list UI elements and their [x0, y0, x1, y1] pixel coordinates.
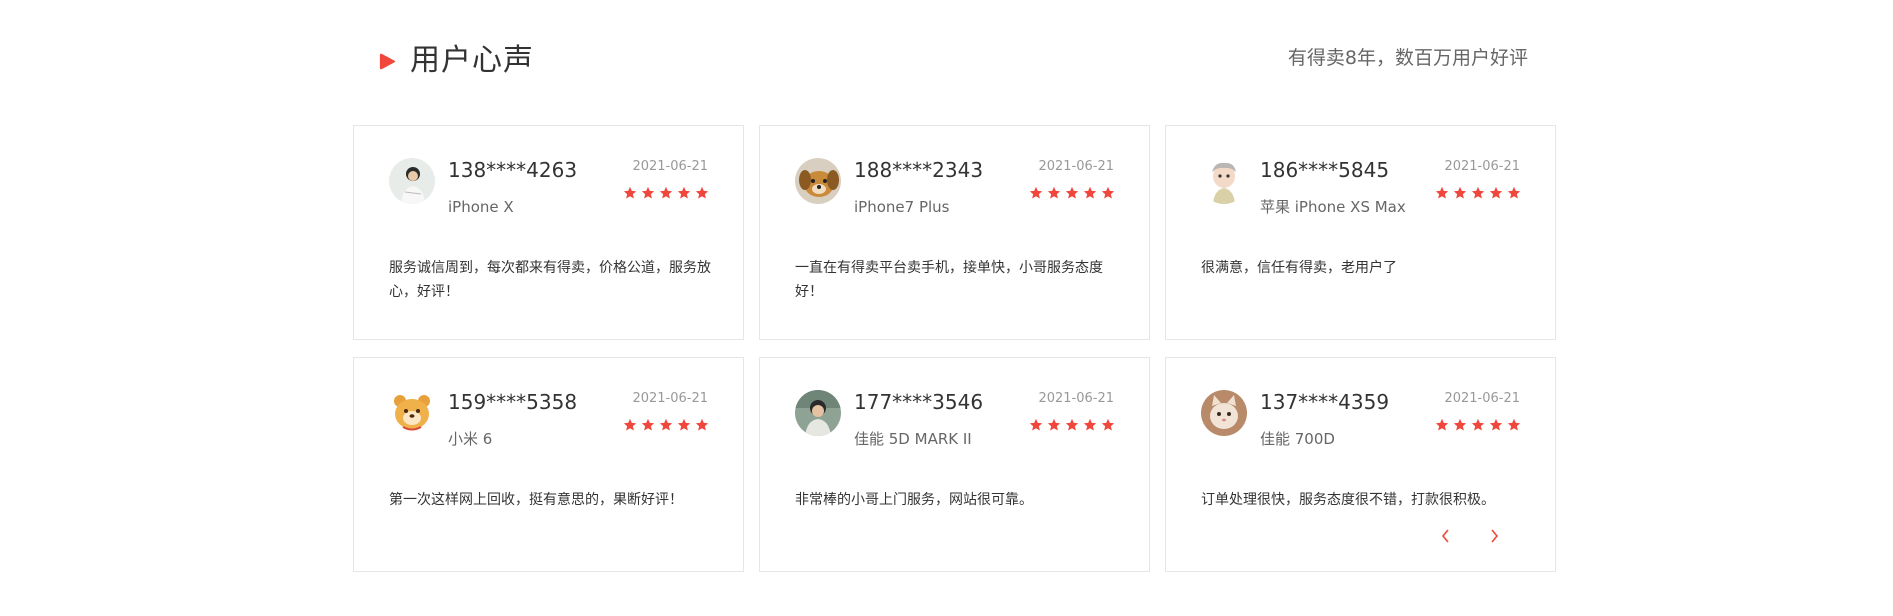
star-icon	[1489, 418, 1503, 431]
user-name: 159****5358	[448, 390, 578, 414]
carousel-nav	[1435, 526, 1505, 546]
person-avatar-icon	[795, 390, 841, 436]
star-icon	[1083, 418, 1097, 431]
star-rating	[1029, 418, 1115, 432]
user-device: 苹果 iPhone XS Max	[1260, 198, 1406, 216]
review-date: 2021-06-21	[1444, 391, 1520, 406]
review-date: 2021-06-21	[1038, 159, 1114, 174]
star-rating	[623, 418, 709, 432]
star-icon	[1065, 418, 1079, 431]
star-icon	[659, 186, 673, 199]
star-icon	[1101, 418, 1115, 431]
reviews-grid: 138****4263 iPhone X 2021-06-21 服务诚信周到，每…	[353, 125, 1558, 572]
star-icon	[677, 186, 691, 199]
prev-button[interactable]	[1435, 526, 1455, 546]
star-icon	[1489, 186, 1503, 199]
cat-avatar-icon	[1201, 390, 1247, 436]
review-card: 137****4359 佳能 700D 2021-06-21 订单处理很快，服务…	[1165, 357, 1556, 572]
review-date: 2021-06-21	[1444, 159, 1520, 174]
star-icon	[659, 418, 673, 431]
star-icon	[1453, 418, 1467, 431]
user-name: 188****2343	[854, 158, 984, 182]
star-icon	[1471, 418, 1485, 431]
star-icon	[1435, 418, 1449, 431]
star-icon	[1047, 186, 1061, 199]
section-title: 用户心声	[410, 43, 534, 78]
section-subtitle: 有得卖8年，数百万用户好评	[1287, 47, 1528, 69]
star-icon	[623, 418, 637, 431]
star-icon	[1083, 186, 1097, 199]
user-name: 186****5845	[1260, 158, 1390, 182]
user-avatar	[389, 158, 435, 204]
review-text: 第一次这样网上回收，挺有意思的，果断好评！	[389, 492, 683, 508]
star-icon	[641, 418, 655, 431]
next-button[interactable]	[1485, 526, 1505, 546]
review-card: 188****2343 iPhone7 Plus 2021-06-21 一直在有…	[759, 125, 1150, 340]
user-reviews-section: 用户心声 有得卖8年，数百万用户好评 138****4263 iPhone X …	[0, 0, 1893, 616]
review-date: 2021-06-21	[1038, 391, 1114, 406]
star-icon	[623, 186, 637, 199]
star-rating	[1435, 186, 1521, 200]
user-device: 小米 6	[448, 430, 493, 448]
chevron-right-icon	[1491, 529, 1499, 543]
review-text: 订单处理很快，服务态度很不错，打款很积极。	[1201, 492, 1495, 508]
chevron-left-icon	[1441, 529, 1449, 543]
user-device: 佳能 700D	[1260, 430, 1335, 448]
review-card: 138****4263 iPhone X 2021-06-21 服务诚信周到，每…	[353, 125, 744, 340]
user-device: 佳能 5D MARK II	[854, 430, 972, 448]
star-rating	[1435, 418, 1521, 432]
user-avatar	[795, 390, 841, 436]
review-card: 186****5845 苹果 iPhone XS Max 2021-06-21 …	[1165, 125, 1556, 340]
star-icon	[1029, 418, 1043, 431]
user-avatar	[795, 158, 841, 204]
review-text: 一直在有得卖平台卖手机，接单快，小哥服务态度好！	[795, 260, 1103, 300]
star-icon	[695, 418, 709, 431]
cartoon-avatar-icon	[1201, 158, 1247, 204]
user-avatar	[1201, 158, 1247, 204]
review-text: 服务诚信周到，每次都来有得卖，价格公道，服务放心，好评！	[389, 260, 711, 300]
review-card: 159****5358 小米 6 2021-06-21 第一次这样网上回收，挺有…	[353, 357, 744, 572]
review-date: 2021-06-21	[632, 391, 708, 406]
user-avatar	[1201, 390, 1247, 436]
section-marker-icon	[379, 53, 396, 70]
star-icon	[695, 186, 709, 199]
star-icon	[1453, 186, 1467, 199]
person-avatar-icon	[389, 158, 435, 204]
review-text: 非常棒的小哥上门服务，网站很可靠。	[795, 492, 1033, 508]
star-icon	[1507, 186, 1521, 199]
review-date: 2021-06-21	[632, 159, 708, 174]
user-device: iPhone X	[448, 198, 514, 216]
star-icon	[1047, 418, 1061, 431]
star-icon	[677, 418, 691, 431]
star-rating	[1029, 186, 1115, 200]
user-avatar	[389, 390, 435, 436]
star-icon	[641, 186, 655, 199]
user-device: iPhone7 Plus	[854, 198, 950, 216]
star-rating	[623, 186, 709, 200]
user-name: 138****4263	[448, 158, 578, 182]
dog-avatar-icon	[795, 158, 841, 204]
user-name: 177****3546	[854, 390, 984, 414]
star-icon	[1507, 418, 1521, 431]
review-card: 177****3546 佳能 5D MARK II 2021-06-21 非常棒…	[759, 357, 1150, 572]
review-text: 很满意，信任有得卖，老用户了	[1201, 260, 1397, 276]
star-icon	[1471, 186, 1485, 199]
bear-avatar-icon	[389, 390, 435, 436]
star-icon	[1101, 186, 1115, 199]
star-icon	[1435, 186, 1449, 199]
user-name: 137****4359	[1260, 390, 1390, 414]
star-icon	[1029, 186, 1043, 199]
star-icon	[1065, 186, 1079, 199]
